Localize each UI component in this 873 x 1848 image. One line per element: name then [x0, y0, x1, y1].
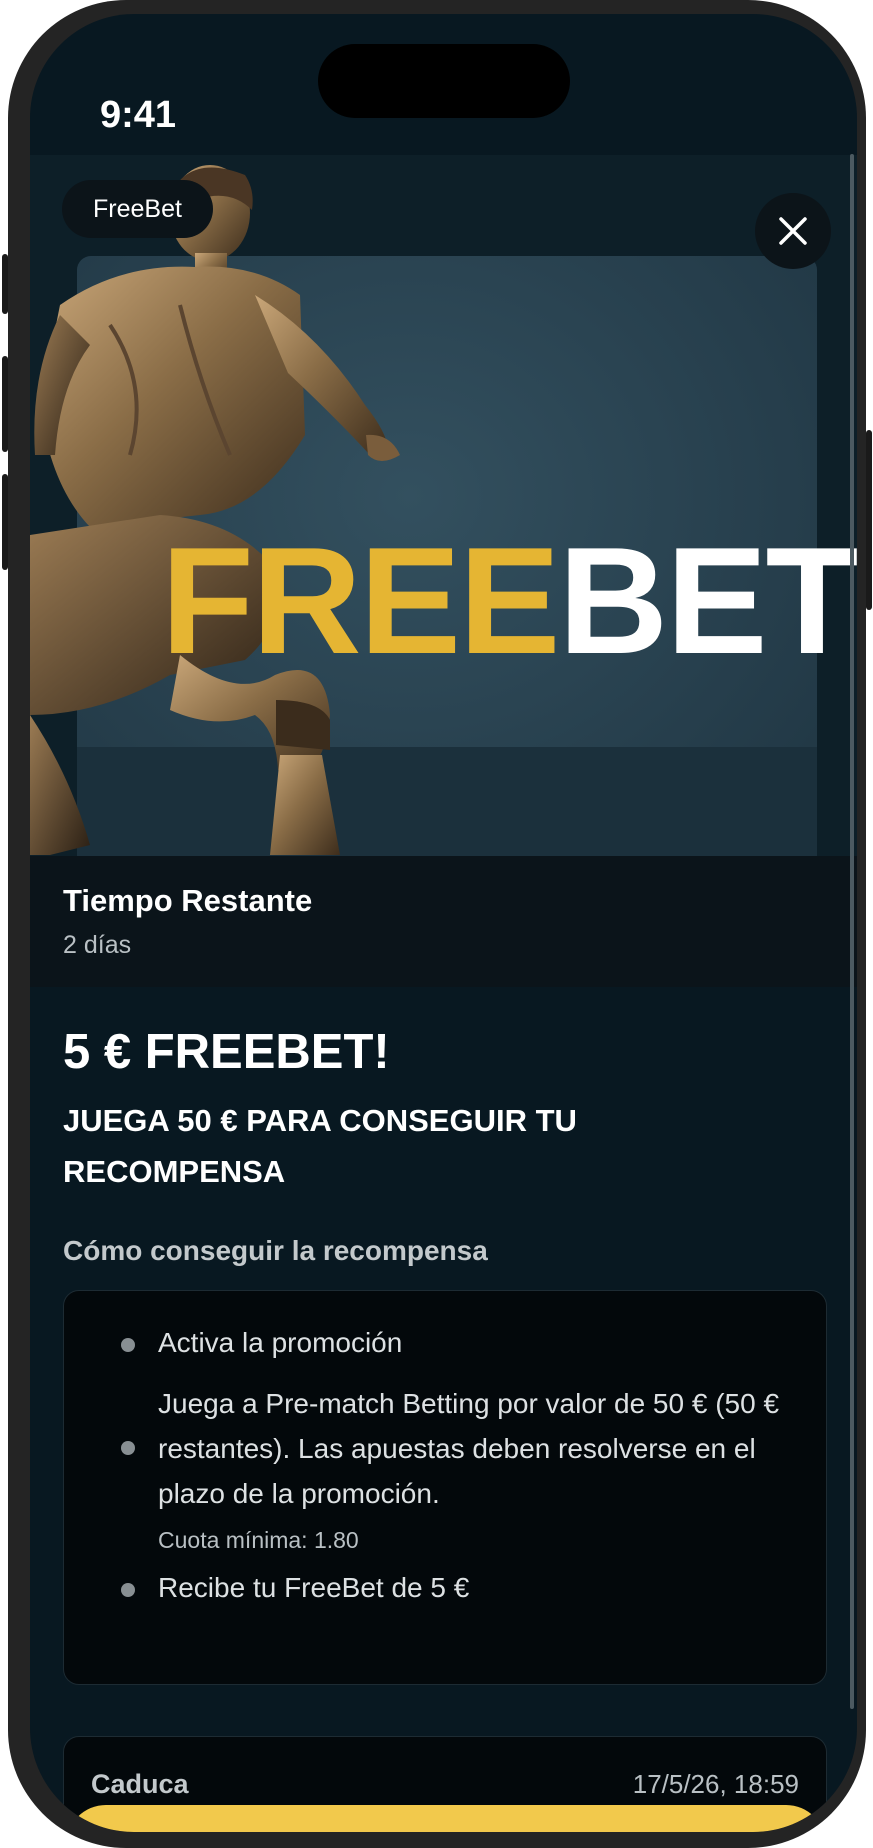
activate-button[interactable] — [66, 1805, 826, 1832]
bullet-icon — [121, 1338, 135, 1352]
status-time: 9:41 — [100, 94, 177, 136]
freebet-logo: FREEBET — [161, 516, 857, 686]
close-button[interactable] — [755, 193, 831, 269]
phone-frame: 9:41 FREEBET FreeBet Tiempo Restante 2 d… — [2, 0, 872, 1848]
promo-type-chip: FreeBet — [62, 180, 213, 238]
steps-card: Activa la promoción Juega a Pre-match Be… — [63, 1290, 827, 1685]
remaining-time-label: Tiempo Restante — [63, 883, 313, 918]
remaining-time-value: 2 días — [63, 931, 132, 959]
volume-up-button — [2, 356, 8, 452]
promo-title: 5 € FREEBET! — [63, 1025, 390, 1079]
bullet-icon — [121, 1583, 135, 1597]
step-item: Activa la promoción — [158, 1327, 403, 1358]
promo-subtitle: JUEGA 50 € PARA CONSEGUIR TU RECOMPENSA — [63, 1103, 577, 1189]
footballer-illustration — [30, 165, 400, 855]
step-item: Juega a Pre-match Betting por valor de 5… — [158, 1388, 780, 1509]
dynamic-island — [318, 44, 570, 118]
screen: 9:41 FREEBET FreeBet Tiempo Restante 2 d… — [30, 14, 857, 1832]
power-button — [866, 430, 872, 610]
step-note: Cuota mínima: 1.80 — [158, 1527, 359, 1553]
expiry-value: 17/5/26, 18:59 — [632, 1769, 799, 1799]
remaining-time-bar: Tiempo Restante 2 días — [30, 856, 857, 987]
bullet-icon — [121, 1441, 135, 1455]
expiry-label: Caduca — [91, 1769, 189, 1799]
action-button — [2, 254, 8, 314]
scrollbar[interactable] — [850, 154, 854, 1709]
volume-down-button — [2, 474, 8, 570]
promo-banner: FREEBET FreeBet Tiempo Restante 2 días — [30, 155, 857, 987]
how-to-heading: Cómo conseguir la recompensa — [63, 1235, 488, 1266]
close-icon — [779, 217, 807, 245]
step-item: Recibe tu FreeBet de 5 € — [158, 1572, 470, 1603]
